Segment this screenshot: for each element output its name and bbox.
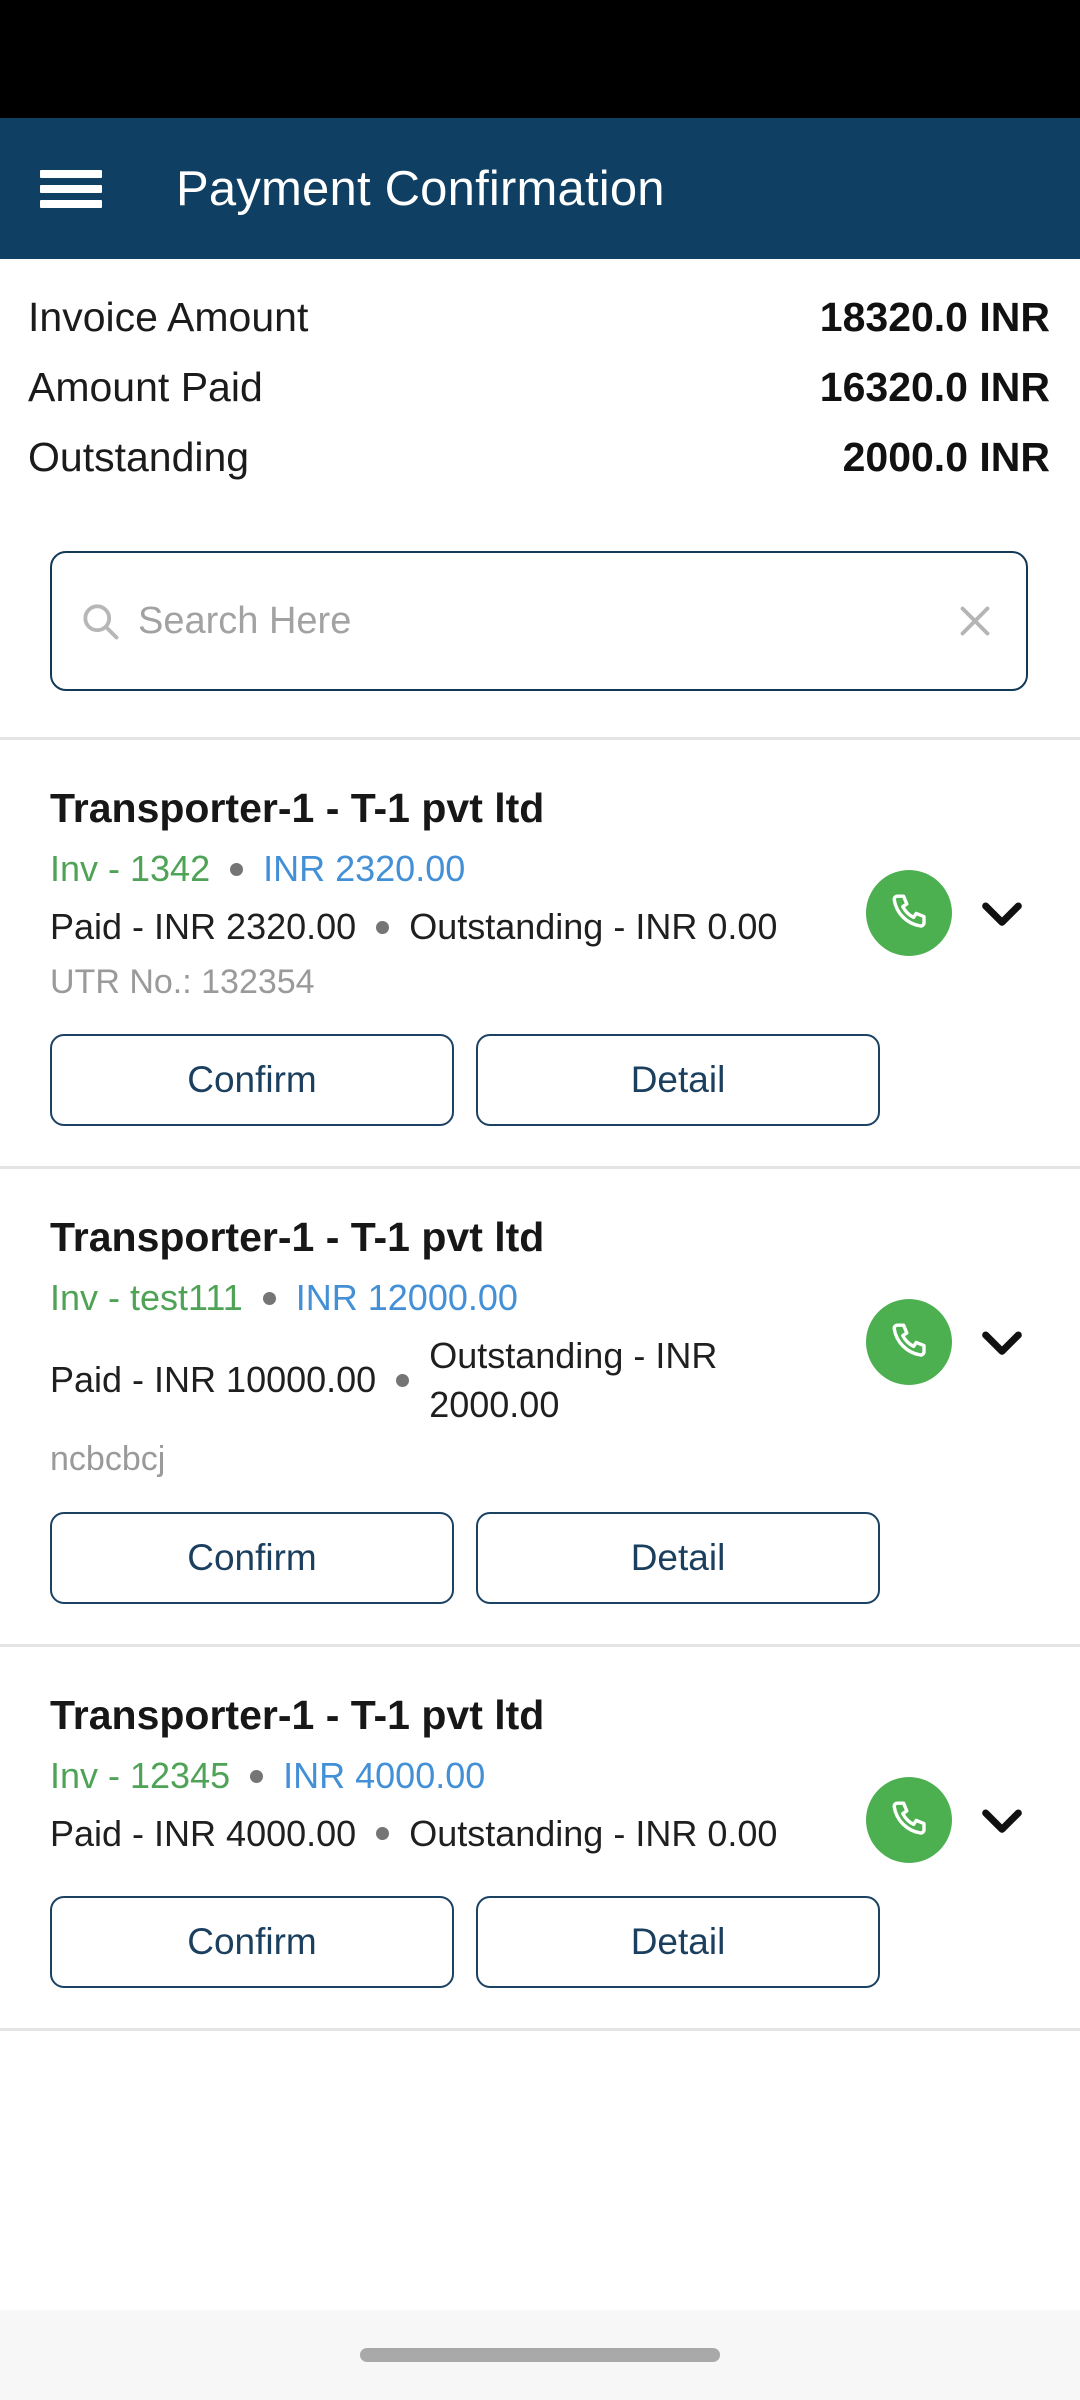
summary-row-invoice-amount: Invoice Amount 18320.0 INR [28, 297, 1050, 367]
confirm-button[interactable]: Confirm [50, 1511, 454, 1604]
chevron-down-icon[interactable] [974, 1314, 1030, 1370]
search-input[interactable] [138, 599, 952, 643]
phone-icon [892, 1800, 926, 1835]
confirm-button[interactable]: Confirm [50, 1896, 454, 1989]
search-box[interactable] [50, 551, 1028, 691]
bullet-separator [376, 920, 390, 934]
detail-button[interactable]: Detail [476, 1033, 880, 1126]
summary-value: 18320.0 INR [819, 294, 1050, 340]
page-title: Payment Confirmation [176, 161, 665, 216]
list-item[interactable]: Transporter-1 - T-1 pvt ltd Inv - 1342 I… [0, 740, 1080, 1166]
hamburger-menu-icon[interactable] [40, 165, 102, 213]
transporter-name: Transporter-1 - T-1 pvt ltd [50, 1691, 545, 1738]
home-indicator[interactable] [360, 2348, 720, 2362]
summary-row-amount-paid: Amount Paid 16320.0 INR [28, 367, 1050, 437]
summary-value: 16320.0 INR [819, 364, 1050, 410]
transporter-name: Transporter-1 - T-1 pvt ltd [50, 785, 545, 831]
bullet-separator [230, 863, 244, 877]
chevron-down-icon[interactable] [974, 885, 1030, 941]
bullet-separator [250, 1769, 264, 1783]
summary-panel: Invoice Amount 18320.0 INR Amount Paid 1… [0, 259, 1080, 507]
payment-list: Transporter-1 - T-1 pvt ltd Inv - 1342 I… [0, 737, 1080, 2032]
invoice-number: Inv - 12345 [50, 1754, 231, 1796]
chevron-down-icon[interactable] [974, 1792, 1030, 1848]
search-section [0, 507, 1080, 691]
paid-amount: Paid - INR 10000.00 [50, 1359, 377, 1401]
payment-meta: Paid - INR 10000.00 Outstanding - INR 20… [50, 1332, 848, 1429]
search-icon [83, 604, 119, 640]
detail-button[interactable]: Detail [476, 1511, 880, 1604]
invoice-amount: INR 12000.00 [295, 1277, 518, 1319]
card-button-row: Confirm Detail [50, 1896, 1030, 1989]
detail-button[interactable]: Detail [476, 1896, 880, 1989]
payment-meta: Paid - INR 2320.00 Outstanding - INR 0.0… [50, 903, 848, 952]
invoice-number: Inv - test111 [50, 1277, 243, 1319]
list-item[interactable]: Transporter-1 - T-1 pvt ltd Inv - test11… [0, 1168, 1080, 1644]
utr-note: ncbcbcj [50, 1440, 166, 1479]
outstanding-amount: Outstanding - INR 0.00 [409, 906, 778, 948]
summary-value: 2000.0 INR [842, 434, 1050, 480]
status-bar [0, 0, 1080, 118]
scroll-content: Invoice Amount 18320.0 INR Amount Paid 1… [0, 259, 1080, 2310]
call-button[interactable] [866, 1776, 952, 1863]
summary-label: Invoice Amount [28, 294, 309, 340]
bullet-separator [376, 1827, 390, 1841]
call-button[interactable] [866, 1298, 952, 1385]
confirm-button[interactable]: Confirm [50, 1033, 454, 1126]
invoice-amount: INR 2320.00 [263, 848, 466, 890]
phone-icon [892, 894, 926, 928]
invoice-meta: Inv - 1342 INR 2320.00 [50, 846, 848, 893]
bullet-separator [396, 1374, 410, 1388]
summary-row-outstanding: Outstanding 2000.0 INR [28, 437, 1050, 507]
utr-note: UTR No.: 132354 [50, 962, 315, 1001]
card-button-row: Confirm Detail [50, 1511, 1030, 1604]
call-button[interactable] [866, 870, 952, 956]
invoice-amount: INR 4000.00 [283, 1754, 486, 1796]
paid-amount: Paid - INR 2320.00 [50, 906, 357, 948]
summary-label: Outstanding [28, 434, 250, 480]
outstanding-amount: Outstanding - INR 2000.00 [429, 1335, 718, 1425]
gesture-nav-bar [0, 2310, 1080, 2400]
summary-label: Amount Paid [28, 364, 263, 410]
empty-space [0, 2031, 1080, 2310]
list-item[interactable]: Transporter-1 - T-1 pvt ltd Inv - 12345 … [0, 1646, 1080, 2029]
invoice-number: Inv - 1342 [50, 848, 211, 890]
transporter-name: Transporter-1 - T-1 pvt ltd [50, 1213, 545, 1260]
invoice-meta: Inv - 12345 INR 4000.00 [50, 1753, 848, 1800]
card-button-row: Confirm Detail [50, 1033, 1030, 1126]
paid-amount: Paid - INR 4000.00 [50, 1812, 357, 1854]
app-bar: Payment Confirmation [0, 118, 1080, 259]
bullet-separator [262, 1292, 276, 1306]
payment-meta: Paid - INR 4000.00 Outstanding - INR 0.0… [50, 1810, 848, 1859]
outstanding-amount: Outstanding - INR 0.00 [409, 1812, 778, 1854]
phone-icon [892, 1323, 926, 1357]
invoice-meta: Inv - test111 INR 12000.00 [50, 1275, 848, 1322]
app-screen: Payment Confirmation Invoice Amount 1832… [0, 0, 1080, 2400]
close-icon[interactable] [952, 598, 998, 644]
